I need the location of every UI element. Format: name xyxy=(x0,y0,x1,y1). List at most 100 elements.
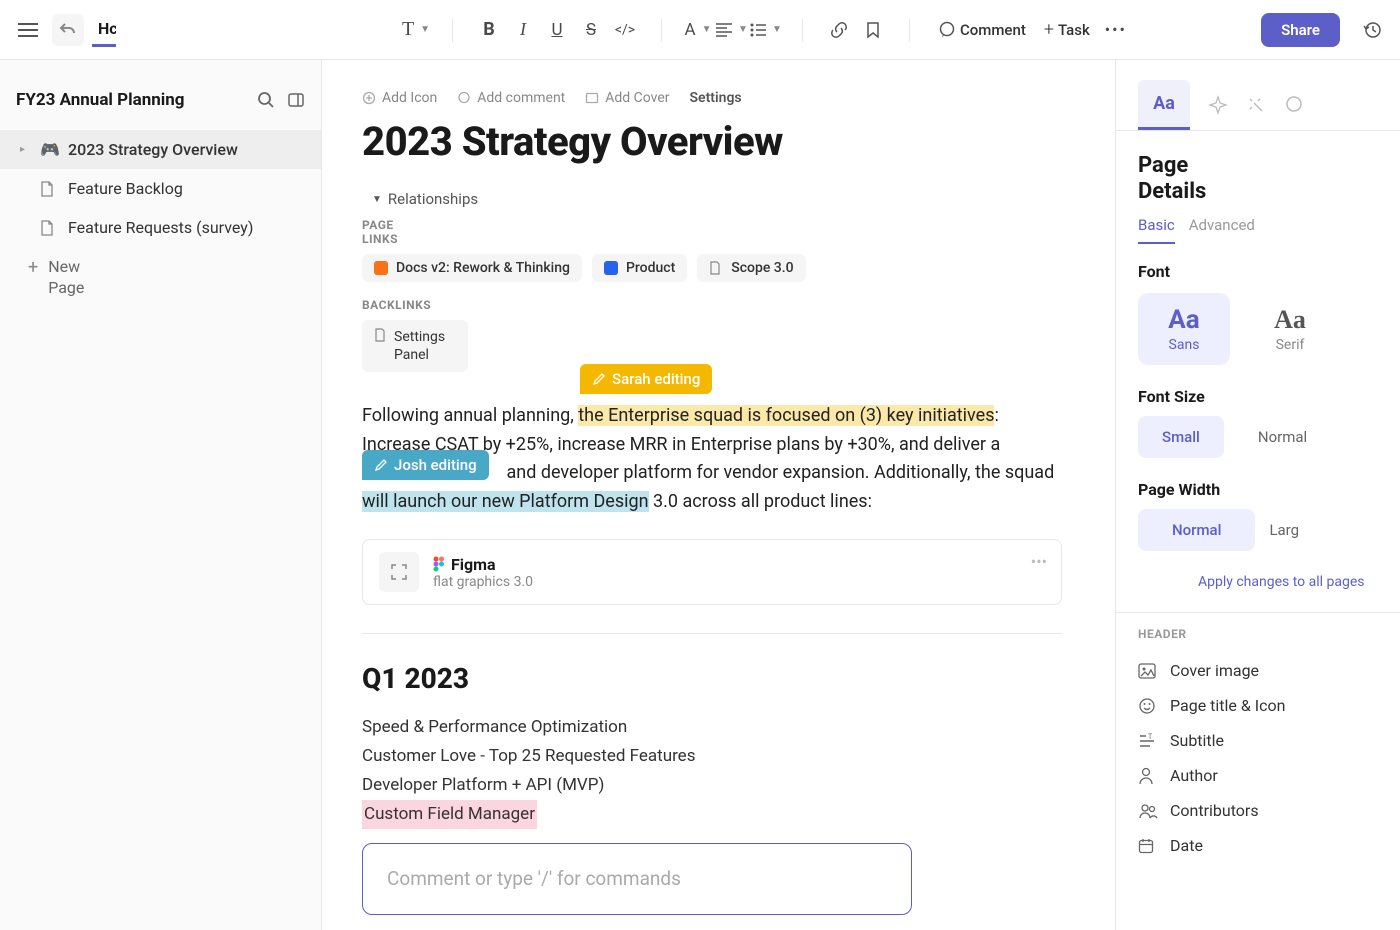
sparkle-icon xyxy=(1208,95,1228,115)
cover-icon xyxy=(585,91,599,105)
search-button[interactable] xyxy=(257,91,275,109)
panel-icon xyxy=(287,91,305,109)
align-icon xyxy=(716,23,732,37)
sidebar-item-requests[interactable]: Feature Requests (survey) xyxy=(0,208,321,247)
more-button[interactable]: ••• xyxy=(1100,14,1132,46)
link-button[interactable] xyxy=(823,14,855,46)
doc-icon xyxy=(374,328,386,342)
sidebar-item-strategy[interactable]: ▸ 🎮 2023 Strategy Overview xyxy=(0,130,321,169)
expand-icon[interactable] xyxy=(379,552,419,592)
size-option-small[interactable]: Small xyxy=(1138,416,1224,458)
code-button[interactable]: </> xyxy=(609,14,641,46)
header-option-title[interactable]: Page title & Icon xyxy=(1138,688,1378,723)
pencil-icon xyxy=(592,372,606,386)
page-width-label: Page Width xyxy=(1138,480,1378,499)
panel-tab-style[interactable]: Aa xyxy=(1138,80,1190,130)
header-option-subtitle[interactable]: T Subtitle xyxy=(1138,723,1378,758)
people-icon xyxy=(1138,803,1158,819)
divider xyxy=(362,633,1062,634)
body-paragraph[interactable]: Sarah editing Josh editing Following ann… xyxy=(362,402,1062,517)
brand-box[interactable]: Hc xyxy=(92,19,116,47)
apply-all-link[interactable]: Apply changes to all pages xyxy=(1138,573,1378,593)
top-toolbar: Hc T▼ B I U S </> A▼ ▼ ▼ xyxy=(0,0,1400,60)
bold-button[interactable]: B xyxy=(473,14,505,46)
gamepad-icon: 🎮 xyxy=(40,140,58,159)
link-icon xyxy=(830,21,848,39)
relationships-toggle[interactable]: ▼ Relationships xyxy=(372,190,468,210)
wand-icon xyxy=(1246,95,1266,115)
subtab-advanced[interactable]: Advanced xyxy=(1189,216,1245,244)
add-comment-button[interactable]: Add comment xyxy=(457,90,565,106)
search-icon xyxy=(257,91,275,109)
comment-icon xyxy=(457,91,471,105)
page-link-chip[interactable]: Scope 3.0 xyxy=(697,254,805,282)
panel-tab-comments[interactable] xyxy=(1284,80,1304,130)
size-option-normal[interactable]: Normal xyxy=(1234,416,1331,458)
add-icon-button[interactable]: Add Icon xyxy=(362,90,437,106)
bookmark-icon xyxy=(865,21,881,39)
panel-toggle-button[interactable] xyxy=(287,91,305,109)
subtab-basic[interactable]: Basic xyxy=(1138,216,1175,244)
font-label: Font xyxy=(1138,262,1378,281)
page-title[interactable]: 2023 Strategy Overview xyxy=(362,118,1062,165)
font-size-label: Font Size xyxy=(1138,387,1378,406)
pencil-icon xyxy=(374,458,388,472)
align-button[interactable]: ▼ xyxy=(716,14,748,46)
width-option-normal[interactable]: Normal xyxy=(1138,509,1255,551)
header-option-cover[interactable]: Cover image xyxy=(1138,653,1378,688)
header-option-author[interactable]: Author xyxy=(1138,758,1378,793)
sidebar-title: FY23 Annual Planning xyxy=(16,90,185,110)
settings-button[interactable]: Settings xyxy=(690,90,742,106)
text-style-button[interactable]: T▼ xyxy=(400,14,432,46)
underline-button[interactable]: U xyxy=(541,14,573,46)
smile-icon xyxy=(1138,697,1158,715)
panel-tab-magic[interactable] xyxy=(1246,80,1266,130)
embed-menu-button[interactable]: ••• xyxy=(1031,552,1047,571)
history-button[interactable] xyxy=(1356,14,1388,46)
task-button[interactable]: + Task xyxy=(1036,14,1098,46)
calendar-icon xyxy=(1138,838,1158,854)
add-icon-icon xyxy=(362,91,376,105)
section-heading[interactable]: Q1 2023 xyxy=(362,662,1062,695)
chevron-down-icon: ▼ xyxy=(372,194,382,205)
doc-icon xyxy=(40,181,58,197)
comment-icon xyxy=(938,21,956,39)
share-button[interactable]: Share xyxy=(1261,13,1340,47)
text-color-button[interactable]: A▼ xyxy=(682,14,714,46)
image-icon xyxy=(1138,663,1158,679)
page-link-chip[interactable]: Docs v2: Rework & Thinking xyxy=(362,254,582,282)
figma-embed[interactable]: Figma flat graphics 3.0 ••• xyxy=(362,539,1062,605)
page-link-chip[interactable]: Product xyxy=(592,254,687,282)
hamburger-icon xyxy=(18,23,38,37)
font-option-sans[interactable]: Aa Sans xyxy=(1138,293,1230,365)
list-button[interactable]: ▼ xyxy=(750,14,782,46)
comment-button[interactable]: Comment xyxy=(930,14,1034,46)
width-option-large[interactable]: Large xyxy=(1265,509,1299,551)
list-item: Speed & Performance Optimization xyxy=(362,713,1062,742)
list-item: Custom Field Manager xyxy=(362,800,537,829)
new-page-button[interactable]: + New Page xyxy=(0,247,321,309)
comment-input[interactable]: Comment or type '/' for commands xyxy=(362,843,912,916)
bookmark-button[interactable] xyxy=(857,14,889,46)
doc-icon xyxy=(40,220,58,236)
backlink-chip[interactable]: Settings Panel xyxy=(362,320,468,372)
italic-button[interactable]: I xyxy=(507,14,539,46)
page-links-label: PAGE LINKS xyxy=(362,218,412,246)
comment-icon xyxy=(1284,95,1304,115)
history-icon xyxy=(1362,20,1382,40)
add-cover-button[interactable]: Add Cover xyxy=(585,90,669,106)
menu-button[interactable] xyxy=(12,14,44,46)
cursor-tag-sarah: Sarah editing xyxy=(580,364,712,394)
strikethrough-button[interactable]: S xyxy=(575,14,607,46)
header-option-date[interactable]: Date xyxy=(1138,828,1378,863)
sidebar-item-backlog[interactable]: Feature Backlog xyxy=(0,169,321,208)
header-option-contributors[interactable]: Contributors xyxy=(1138,793,1378,828)
q1-list[interactable]: Speed & Performance Optimization Custome… xyxy=(362,713,1062,829)
undo-icon xyxy=(59,21,77,39)
font-option-serif[interactable]: Aa Serif xyxy=(1244,293,1336,365)
panel-tab-ai[interactable] xyxy=(1208,80,1228,130)
list-item: Developer Platform + API (MVP) xyxy=(362,771,1062,800)
person-icon xyxy=(1138,767,1158,785)
undo-button[interactable] xyxy=(52,14,84,46)
cursor-tag-josh: Josh editing xyxy=(362,450,489,480)
